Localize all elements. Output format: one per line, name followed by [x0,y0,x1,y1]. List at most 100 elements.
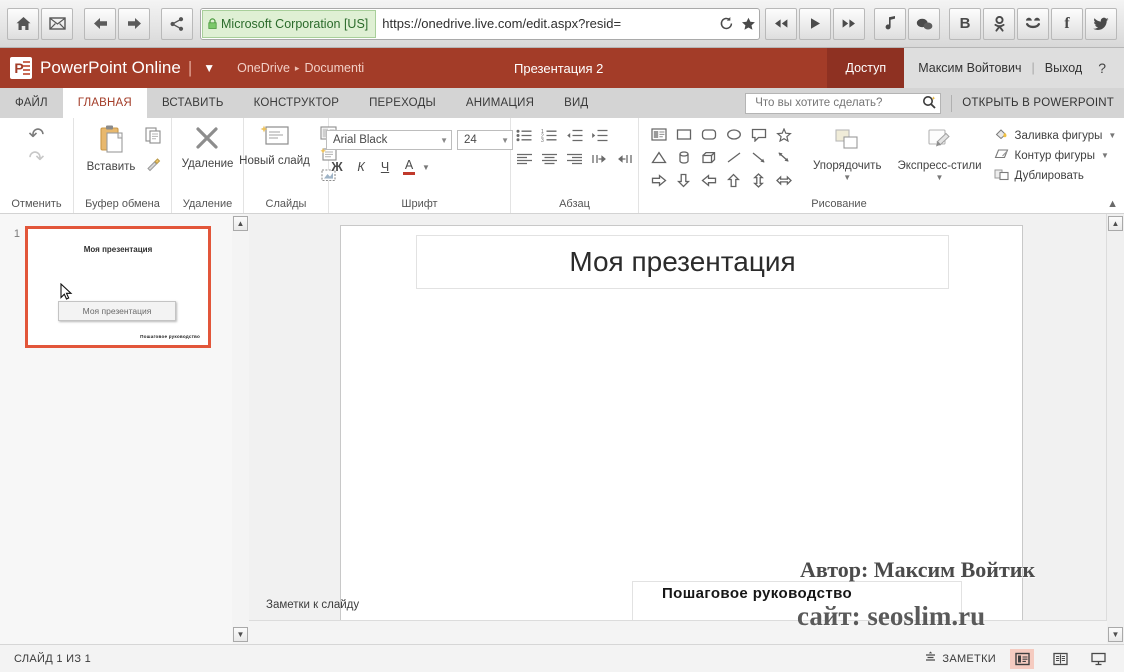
arrow-line-icon[interactable] [747,147,770,168]
up-down-arrow-icon[interactable] [747,170,770,191]
arrange-chevron-down-icon[interactable]: ▼ [843,173,851,182]
rounded-rectangle-icon[interactable] [697,124,720,145]
thumbnail-scrollbar[interactable]: ▲ ▼ [232,214,250,644]
font-size-combo[interactable]: 24 ▼ [457,130,513,150]
app-brand[interactable]: P PowerPoint Online [0,48,181,88]
tab-view[interactable]: ВИД [549,88,603,118]
home-icon[interactable] [7,7,39,40]
tell-me-search-icon[interactable] [922,95,936,112]
twitter-icon[interactable] [1085,7,1117,40]
star-icon[interactable] [737,10,759,38]
url-text[interactable]: https://onedrive.live.com/edit.aspx?resi… [376,16,715,31]
title-placeholder[interactable]: Моя презентация [416,235,949,289]
increase-indent-icon[interactable] [589,126,611,144]
oval-icon[interactable] [722,124,745,145]
breadcrumb-item-onedrive[interactable]: OneDrive [237,61,290,75]
notes-pane[interactable]: Заметки к слайду [249,599,1107,645]
site-identity-badge[interactable]: Microsoft Corporation [US] [202,9,377,38]
align-right-icon[interactable] [564,150,586,168]
chevron-down-icon[interactable]: ▼ [199,57,219,79]
breadcrumb[interactable]: OneDrive ▸ Documenti [237,61,364,75]
facebook-icon[interactable]: f [1051,7,1083,40]
odnoklassniki-icon[interactable] [983,7,1015,40]
text-box-icon[interactable] [647,124,670,145]
user-name[interactable]: Максим Войтович [918,61,1021,75]
right-arrow-icon[interactable] [647,170,670,191]
duplicate-button[interactable]: Дублировать [994,167,1117,184]
new-slide-button[interactable]: Новый слайд [233,122,316,169]
reading-view-button[interactable] [1048,649,1072,669]
collapse-ribbon-button[interactable]: ▲ [1107,198,1118,210]
bullet-list-icon[interactable] [514,126,536,144]
breadcrumb-item-documenti[interactable]: Documenti [304,61,364,75]
font-color-button[interactable]: A [398,157,420,177]
slide-canvas-pane[interactable]: Моя презентация [249,214,1107,644]
quick-styles-button[interactable]: Экспресс-стили ▼ [891,122,987,185]
canvas-scroll-down-button[interactable]: ▼ [1108,627,1123,642]
subtitle-placeholder[interactable] [632,581,962,623]
tab-file[interactable]: ФАЙЛ [0,88,63,118]
forward-icon[interactable] [118,7,150,40]
back-icon[interactable] [84,7,116,40]
redo-icon[interactable]: ↷ [29,149,45,168]
tell-me-input[interactable] [753,96,923,110]
tab-design[interactable]: КОНСТРУКТОР [239,88,355,118]
ltr-text-icon[interactable] [589,150,611,168]
left-right-arrow-icon[interactable] [772,170,795,191]
normal-view-button[interactable] [1010,648,1034,669]
chat-bubbles-icon[interactable] [908,7,940,40]
vk-icon[interactable]: В [949,7,981,40]
thumbnail-list-item[interactable]: 1 Моя презентация Моя презентация Пошаго… [10,226,211,348]
shape-fill-chevron-down-icon[interactable]: ▼ [1108,131,1116,140]
reload-icon[interactable] [715,10,737,38]
scroll-up-button[interactable]: ▲ [233,216,248,231]
slide-thumbnail-1[interactable]: Моя презентация Моя презентация Пошагово… [25,226,211,348]
slide-canvas[interactable]: Моя презентация [340,225,1023,623]
shape-fill-button[interactable]: Заливка фигуры ▼ [994,127,1116,144]
font-name-combo[interactable]: Arial Black ▼ [326,130,452,150]
canvas-scrollbar[interactable]: ▲ ▼ [1106,214,1124,644]
share-icon[interactable] [161,7,193,40]
cylinder-icon[interactable] [672,147,695,168]
tab-home[interactable]: ГЛАВНАЯ [62,88,147,118]
delete-button[interactable]: Удаление [176,122,240,173]
music-note-icon[interactable] [874,7,906,40]
share-button[interactable]: Доступ [827,48,905,88]
shape-outline-chevron-down-icon[interactable]: ▼ [1101,151,1109,160]
undo-icon[interactable]: ↶ [29,126,45,145]
document-title[interactable]: Презентация 2 [514,48,603,88]
chevron-down-icon[interactable]: ▼ [497,136,509,145]
notes-toggle-button[interactable]: ЗАМЕТКИ [924,651,996,667]
down-arrow-icon[interactable] [672,170,695,191]
italic-button[interactable]: К [350,157,372,177]
shapes-gallery[interactable] [647,122,795,191]
play-icon[interactable] [799,7,831,40]
chevron-down-icon[interactable]: ▼ [436,136,448,145]
tab-transitions[interactable]: ПЕРЕХОДЫ [354,88,451,118]
tell-me-box[interactable] [745,92,942,114]
rtl-text-icon[interactable] [614,150,636,168]
mail-icon[interactable] [41,7,73,40]
copy-icon[interactable] [143,125,164,146]
address-bar[interactable]: Microsoft Corporation [US] https://onedr… [200,7,760,40]
arrange-button[interactable]: Упорядочить ▼ [807,122,887,185]
underline-button[interactable]: Ч [374,157,396,177]
shape-outline-button[interactable]: Контур фигуры ▼ [994,147,1117,164]
fast-forward-icon[interactable] [833,7,865,40]
rectangle-icon[interactable] [672,124,695,145]
bold-button[interactable]: Ж [326,157,348,177]
paste-button[interactable]: Вставить [81,122,142,176]
align-center-icon[interactable] [539,150,561,168]
tab-insert[interactable]: ВСТАВИТЬ [147,88,239,118]
tab-animations[interactable]: АНИМАЦИЯ [451,88,549,118]
align-left-icon[interactable] [514,150,536,168]
open-in-powerpoint-button[interactable]: ОТКРЫТЬ В POWERPOINT [962,97,1124,109]
canvas-scroll-up-button[interactable]: ▲ [1108,216,1123,231]
callout-icon[interactable] [747,124,770,145]
help-icon[interactable]: ? [1092,60,1112,76]
sign-out-link[interactable]: Выход [1045,61,1082,75]
decrease-indent-icon[interactable] [564,126,586,144]
cube-icon[interactable] [697,147,720,168]
scroll-down-button[interactable]: ▼ [233,627,248,642]
slideshow-view-button[interactable] [1086,649,1110,669]
